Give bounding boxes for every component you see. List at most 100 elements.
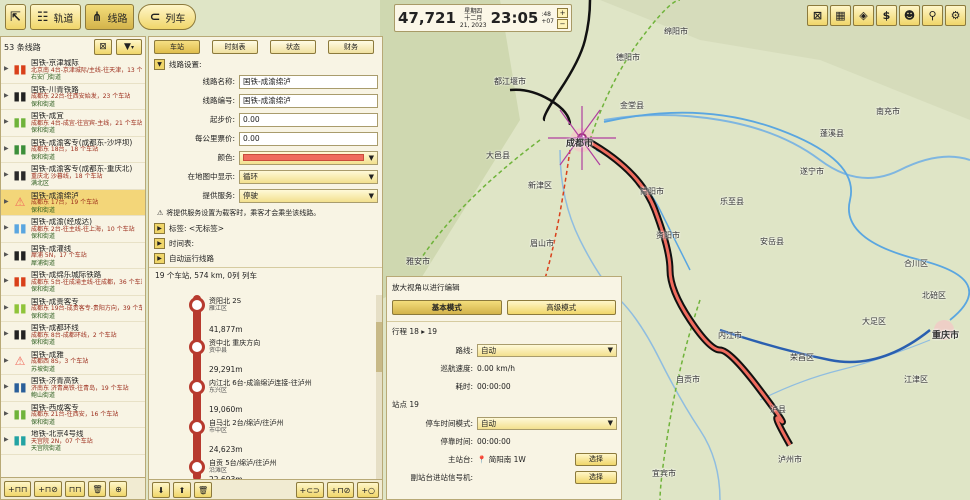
lines-button[interactable]: ⋔ 线路 <box>84 4 135 30</box>
map-show-select[interactable]: 循环 ▼ <box>239 169 378 184</box>
gear-icon: ⚙ <box>950 9 961 22</box>
tracks-button[interactable]: ☷ 轨道 <box>29 4 81 30</box>
stop-marker[interactable] <box>189 379 205 395</box>
stop-marker[interactable] <box>189 297 205 313</box>
delete-stop-button[interactable]: 🗑 <box>194 482 213 498</box>
add-node-button[interactable]: +○ <box>357 482 379 498</box>
merge-line-button[interactable]: ⊕ <box>109 481 128 497</box>
line-list-item[interactable]: ▶ ▮▮ 国铁-济青高铁 济南东 济青高铁-往青岛，19 个车站 鲍山街道 <box>1 375 145 402</box>
lines-icon: ⋔ <box>91 9 103 25</box>
stop-label[interactable]: 资中北 重庆方向 资中县 <box>209 339 260 355</box>
dwell-mode-select[interactable]: 自动 ▼ <box>477 416 617 430</box>
add-line-button[interactable]: +⊓⊓ <box>4 481 32 497</box>
tag-button[interactable]: ◈ <box>853 5 874 26</box>
tag-section[interactable]: ▶ 标签: <无标签> <box>149 221 382 236</box>
city-label: 荣昌区 <box>790 353 814 362</box>
service-select[interactable]: 停驶 ▼ <box>239 188 378 203</box>
stop-marker[interactable] <box>189 419 205 435</box>
line-list-item[interactable]: ▶ ▮▮ 国铁-成灌线 犀浦 5N，17 个车站 犀浦街道 <box>1 243 145 269</box>
trains-button[interactable]: ⊂ 列车 <box>138 4 197 30</box>
money-display: 47,721 <box>398 9 456 27</box>
per-km-field[interactable]: 0.00 <box>239 131 378 146</box>
chevron-down-icon: ▼ <box>368 153 374 162</box>
color-select[interactable]: ▼ <box>239 150 378 165</box>
map-locate-button[interactable]: ⊠ <box>94 39 112 55</box>
expand-arrow-icon[interactable]: ▶ <box>4 251 9 267</box>
finance-button[interactable]: $ <box>876 5 897 26</box>
select-station-button[interactable]: 选择 <box>575 452 617 466</box>
tab-timetable[interactable]: 时刻表 <box>212 40 258 54</box>
line-settings-section[interactable]: ▼ 线路设置: <box>149 57 382 72</box>
add-loop-button[interactable]: +⊓⊘ <box>34 481 62 497</box>
move-up-button[interactable]: ⬆ <box>173 482 191 498</box>
speed-down-button[interactable]: − <box>557 18 568 29</box>
line-list-item[interactable]: ▶ ▮▮ 国铁-成渝(经成达) 成都东 2台-往主线-往上海，10 个车站 保和街道 <box>1 216 145 243</box>
line-list-item[interactable]: ▶ ⚠ 国铁-成雅 成都西 8S，3 个车站 苏坡街道 <box>1 349 145 375</box>
search-button[interactable]: ⚲ <box>922 5 943 26</box>
scroll-thumb[interactable] <box>376 322 382 372</box>
duplicate-line-button[interactable]: ⊓⊓ <box>64 481 86 497</box>
expand-arrow-icon[interactable]: ▶ <box>4 436 9 452</box>
stop-list[interactable]: 资阳北 2S 雁江区资中北 重庆方向 资中县内江北 6台-成渝绵泸连接-往泸州 东兴区… <box>149 295 375 481</box>
expand-arrow-icon[interactable]: ▶ <box>4 65 9 81</box>
line-list-item[interactable]: ▶ ▮▮ 国铁-成贵客专 成都东 19台-成贵客专-贵阳方向，39 个车站 保和街道 <box>1 296 145 322</box>
advanced-mode-button[interactable]: 高级模式 <box>506 300 616 315</box>
route-select[interactable]: 自动 ▼ <box>477 343 617 357</box>
line-list-item[interactable]: ▶ ▮▮ 国铁-成渝客专(成都东-重庆北) 重庆北 沙暮线，18 个车站 满北区 <box>1 163 145 190</box>
stop-marker[interactable] <box>189 459 205 475</box>
filter-button[interactable]: ▼ ▾ <box>116 39 142 55</box>
expand-arrow-icon[interactable]: ▶ <box>4 277 9 293</box>
expand-arrow-icon[interactable]: ▶ <box>4 118 9 134</box>
line-list-item[interactable]: ▶ ▮▮ 国铁-成都环线 成都东 8台-成都环线，2 个车站 保和街道 <box>1 322 145 349</box>
add-waypoint-button[interactable]: +⊓⊘ <box>326 482 355 498</box>
expand-arrow-icon[interactable]: ▶ <box>4 92 9 108</box>
stop-label[interactable]: 资阳北 2S 雁江区 <box>209 297 241 313</box>
expand-arrow-icon[interactable]: ▶ <box>4 224 9 240</box>
stop-marker[interactable] <box>189 339 205 355</box>
expand-arrow-icon[interactable]: ▶ <box>4 410 9 426</box>
tag-icon: ◈ <box>859 9 868 22</box>
basic-mode-button[interactable]: 基本模式 <box>392 300 502 315</box>
expand-arrow-icon[interactable]: ▶ <box>4 145 9 161</box>
line-list-item[interactable]: ▶ ▮▮ 国铁-西成客专 成都东 21台-往西安，16 个车站 保和街道 <box>1 402 145 428</box>
select-signal-button[interactable]: 选择 <box>575 470 617 484</box>
expand-arrow-icon[interactable]: ▶ <box>4 304 9 320</box>
line-list-item[interactable]: ▶ ▮▮ 国铁-川青铁路 成都东 22台-往西安始发，23 个车站 保和街道 <box>1 84 145 110</box>
line-name-field[interactable]: 国铁-成渝绵泸 <box>239 74 378 89</box>
filter-icon: ▼ <box>124 42 131 52</box>
map-layer-button[interactable]: ⊠ <box>807 5 828 26</box>
line-list-item[interactable]: ▶ ▮▮ 地铁-北京4号线 天宫院 2N，07 个车站 天宫院街道 <box>1 428 145 455</box>
line-icon: ▮▮ <box>13 406 27 421</box>
line-list-item[interactable]: ▶ ⚠ 国铁-成渝绵泸 成都东 17台，19 个车站 保和街道 <box>1 189 145 216</box>
line-list-item[interactable]: ▶ ▮▮ 国铁-京津城际北京南 4台-京津城际/主线-往天津，13 个车站右安门街道 <box>1 57 145 84</box>
expand-arrow-icon[interactable]: ▶ <box>4 198 9 214</box>
line-list-item[interactable]: ▶ ▮▮ 国铁-成渝客专(成都东-沙坪坝) 成都东 18台，18 个车站 保和街道 <box>1 137 145 163</box>
line-list-item[interactable]: ▶ ▮▮ 国铁-成宜 成都东 4台-成宜-往宜宾-主线，21 个车站 保和街道 <box>1 110 145 137</box>
delete-line-button[interactable]: 🗑 <box>88 481 107 497</box>
tab-finance[interactable]: 财务 <box>328 40 374 54</box>
expand-arrow-icon[interactable]: ▶ <box>4 171 9 187</box>
demand-button[interactable]: ☻ <box>899 5 920 26</box>
main-station-label: 主站台: <box>447 454 473 464</box>
line-list-item[interactable]: ▶ ▮▮ 国铁-成绵乐城际铁路 成都东 5台-往成渝主线-往成都，36 个车站 保和街道 <box>1 269 145 296</box>
expand-icon: ▶ <box>154 253 165 264</box>
stop-label[interactable]: 自贡 5台/绵泸/往泸州 沿滩区 <box>209 459 276 475</box>
start-price-field[interactable]: 0.00 <box>239 112 378 127</box>
tab-stations[interactable]: 车站 <box>154 40 200 54</box>
cursor-tool-button[interactable]: ⇱ <box>5 4 26 30</box>
map-show-label: 在地图中显示: <box>187 172 235 181</box>
line-code-field[interactable]: 国铁-成渝绵泸 <box>239 93 378 108</box>
expand-arrow-icon[interactable]: ▶ <box>4 357 9 373</box>
expand-arrow-icon[interactable]: ▶ <box>4 383 9 399</box>
expand-arrow-icon[interactable]: ▶ <box>4 330 9 346</box>
add-stop-button[interactable]: +⊂⊃ <box>295 482 324 498</box>
timetable-section[interactable]: ▶ 时间表: <box>149 236 382 251</box>
move-down-button[interactable]: ⬇ <box>152 482 170 498</box>
stop-label[interactable]: 内江北 6台-成渝绵泸连接-往泸州 东兴区 <box>209 379 312 395</box>
tab-status[interactable]: 状态 <box>270 40 316 54</box>
stop-label[interactable]: 自马北 2台/绵泸/往泸州 市中区 <box>209 419 283 435</box>
auto-run-section[interactable]: ▶ 自动运行线路 <box>149 251 382 266</box>
speed-up-button[interactable]: + <box>557 7 568 18</box>
settings-button[interactable]: ⚙ <box>945 5 966 26</box>
layers-button[interactable]: ▦ <box>830 5 851 26</box>
